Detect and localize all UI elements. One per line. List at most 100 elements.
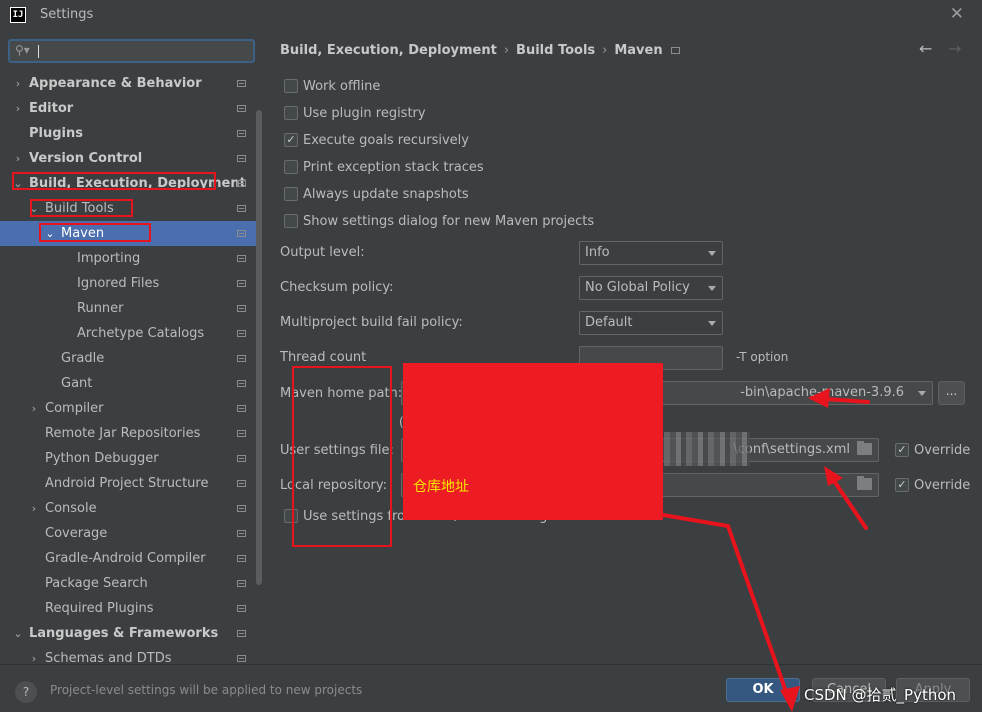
sidebar-item[interactable]: Importing <box>0 246 264 271</box>
sidebar-item-label: Ignored Files <box>77 276 160 291</box>
project-scope-icon <box>237 305 246 312</box>
sidebar-item-label: Archetype Catalogs <box>77 326 205 341</box>
fail-policy-select[interactable]: Default <box>579 311 723 335</box>
project-scope-icon <box>237 480 246 487</box>
sidebar-item[interactable]: › Version Control <box>0 146 264 171</box>
sidebar-item-label: Editor <box>29 101 74 116</box>
checksum-policy-value: No Global Policy <box>585 280 690 295</box>
project-scope-icon <box>237 255 246 262</box>
breadcrumb-item: Build, Execution, Deployment <box>280 43 497 58</box>
fail-policy-label: Multiproject build fail policy: <box>280 315 463 330</box>
project-scope-icon <box>237 430 246 437</box>
checksum-policy-label: Checksum policy: <box>280 280 394 295</box>
sidebar-item[interactable]: Python Debugger <box>0 446 264 471</box>
sidebar-item-label: Python Debugger <box>45 451 159 466</box>
option-label: Print exception stack traces <box>303 160 484 175</box>
sidebar-item[interactable]: Gradle-Android Compiler <box>0 546 264 571</box>
option-checkbox[interactable]: ✓ <box>284 133 298 147</box>
help-button[interactable]: ? <box>15 681 37 703</box>
ok-button[interactable]: OK <box>726 678 800 702</box>
sidebar-item[interactable]: Archetype Catalogs <box>0 321 264 346</box>
sidebar-item[interactable]: Plugins <box>0 121 264 146</box>
close-icon[interactable]: ✕ <box>950 4 964 24</box>
chevron-right-icon: › <box>602 43 608 58</box>
forward-arrow-icon[interactable]: → <box>948 39 961 58</box>
text-caret <box>38 45 39 58</box>
sidebar-item-label: Coverage <box>45 526 108 541</box>
sidebar-item-label: Gradle <box>61 351 105 366</box>
back-arrow-icon[interactable]: ← <box>919 39 932 58</box>
folder-icon[interactable] <box>857 476 872 490</box>
sidebar-item[interactable]: Remote Jar Repositories <box>0 421 264 446</box>
chevron-right-icon[interactable]: › <box>28 646 40 664</box>
option-checkbox[interactable] <box>284 79 298 93</box>
sidebar-item[interactable]: › Editor <box>0 96 264 121</box>
option-label: Show settings dialog for new Maven proje… <box>303 214 595 229</box>
sidebar-item-label: Version Control <box>29 151 143 166</box>
option-checkbox[interactable] <box>284 106 298 120</box>
checksum-policy-select[interactable]: No Global Policy <box>579 276 723 300</box>
browse-maven-home-button[interactable]: ... <box>938 381 965 405</box>
sidebar-item-label: Languages & Frameworks <box>29 626 219 641</box>
sidebar-item-label: Remote Jar Repositories <box>45 426 201 441</box>
sidebar-item[interactable]: Gradle <box>0 346 264 371</box>
breadcrumb: Build, Execution, Deployment › Build Tools… <box>280 43 680 58</box>
project-scope-icon <box>237 205 246 212</box>
output-level-select[interactable]: Info <box>579 241 723 265</box>
project-scope-icon <box>237 380 246 387</box>
search-icon: ⚲▾ <box>15 43 30 57</box>
sidebar-item[interactable]: Gant <box>0 371 264 396</box>
sidebar-item-label: Gradle-Android Compiler <box>45 551 206 566</box>
sidebar-item[interactable]: Required Plugins <box>0 596 264 621</box>
chevron-right-icon[interactable]: › <box>28 496 40 521</box>
sidebar-item[interactable]: › Schemas and DTDs <box>0 646 264 664</box>
title-bar: IJ Settings ✕ <box>0 0 982 30</box>
chevron-right-icon[interactable]: › <box>28 396 40 421</box>
option-checkbox[interactable] <box>284 214 298 228</box>
sidebar-item[interactable]: › Appearance & Behavior <box>0 71 264 96</box>
sidebar-item[interactable]: Package Search <box>0 571 264 596</box>
option-label: Execute goals recursively <box>303 133 469 148</box>
project-scope-icon <box>237 180 246 187</box>
option-checkbox[interactable] <box>284 187 298 201</box>
sidebar-item[interactable]: ⌄ Languages & Frameworks <box>0 621 264 646</box>
annotation-box <box>12 172 216 190</box>
chevron-right-icon[interactable]: › <box>12 96 24 121</box>
project-scope-icon <box>237 580 246 587</box>
project-scope-icon <box>237 330 246 337</box>
breadcrumb-item: Maven <box>614 43 663 58</box>
project-scope-icon <box>237 80 246 87</box>
project-scope-icon <box>237 280 246 287</box>
thread-count-label: Thread count <box>280 350 367 365</box>
blurred-path-segment <box>664 432 750 466</box>
chevron-right-icon[interactable]: › <box>12 71 24 96</box>
sidebar-item[interactable]: Ignored Files <box>0 271 264 296</box>
chevron-right-icon: › <box>503 43 510 58</box>
option-checkbox[interactable] <box>284 160 298 174</box>
override-checkbox[interactable]: ✓ <box>895 443 909 457</box>
redaction-block: 仓库地址 <box>403 363 663 520</box>
output-level-value: Info <box>585 245 610 260</box>
sidebar-item[interactable]: Android Project Structure <box>0 471 264 496</box>
annotation-box <box>292 366 392 547</box>
sidebar-item-label: Android Project Structure <box>45 476 209 491</box>
sidebar-item[interactable]: Runner <box>0 296 264 321</box>
sidebar-item[interactable]: › Compiler <box>0 396 264 421</box>
option-label: Always update snapshots <box>303 187 469 202</box>
sidebar-item[interactable]: › Console <box>0 496 264 521</box>
intellij-logo-icon: IJ <box>10 7 26 23</box>
settings-search-input[interactable]: ⚲▾ <box>8 39 255 63</box>
settings-sidebar: ⚲▾ › Appearance & Behavior › Editor Plugins ›… <box>0 30 264 664</box>
chevron-down-icon[interactable]: ⌄ <box>12 621 24 646</box>
project-scope-icon <box>237 555 246 562</box>
user-settings-value: \conf\settings.xml <box>733 442 850 457</box>
sidebar-item-label: Compiler <box>45 401 104 416</box>
redaction-label: 仓库地址 <box>413 479 469 495</box>
override-checkbox[interactable]: ✓ <box>895 478 909 492</box>
chevron-right-icon[interactable]: › <box>12 146 24 171</box>
sidebar-item[interactable]: Coverage <box>0 521 264 546</box>
dropdown-caret-icon <box>918 391 926 396</box>
dialog-footer: ? Project-level settings will be applied… <box>0 664 982 712</box>
sidebar-scrollbar[interactable] <box>256 110 262 585</box>
folder-icon[interactable] <box>857 441 872 455</box>
